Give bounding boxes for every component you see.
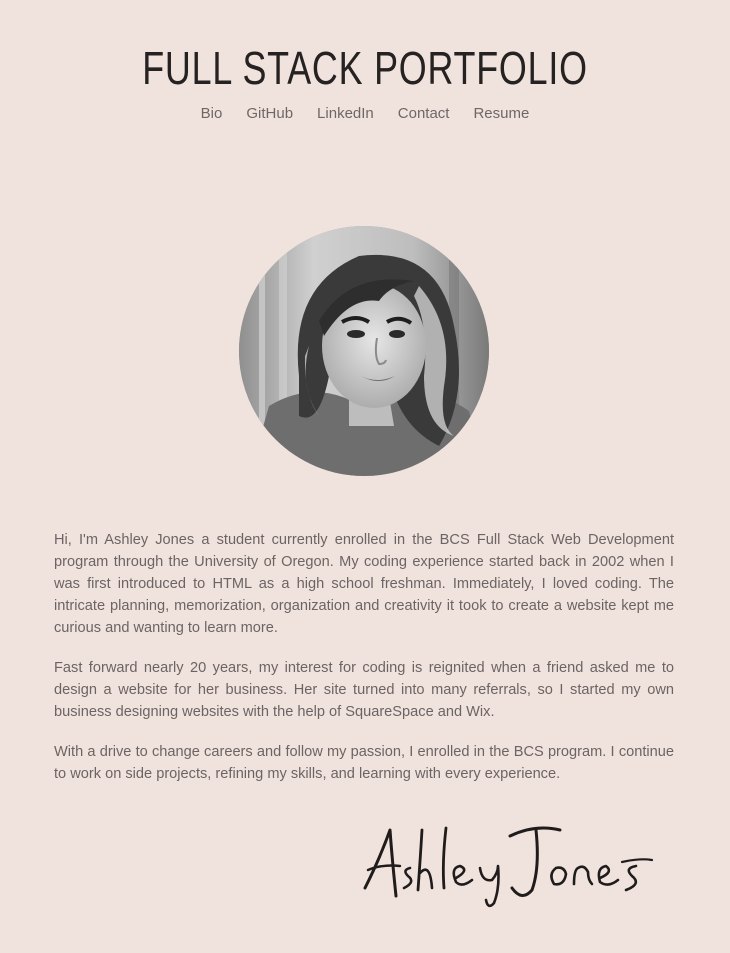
main-nav: Bio GitHub LinkedIn Contact Resume xyxy=(0,105,730,122)
bio-paragraph-3: With a drive to change careers and follo… xyxy=(54,744,674,782)
nav-link-resume[interactable]: Resume xyxy=(473,105,529,122)
nav-link-bio[interactable]: Bio xyxy=(201,105,223,122)
bio-paragraph-2: Fast forward nearly 20 years, my interes… xyxy=(54,660,674,720)
profile-photo xyxy=(239,226,489,476)
nav-link-linkedin[interactable]: LinkedIn xyxy=(317,105,374,122)
site-title: FULL STACK PORTFOLIO xyxy=(142,42,588,94)
nav-link-contact[interactable]: Contact xyxy=(398,105,450,122)
bio-section: Hi, I'm Ashley Jones a student currently… xyxy=(54,529,674,803)
signature-image xyxy=(360,818,660,913)
bio-paragraph-1: Hi, I'm Ashley Jones a student currently… xyxy=(54,532,674,636)
nav-link-github[interactable]: GitHub xyxy=(246,105,293,122)
